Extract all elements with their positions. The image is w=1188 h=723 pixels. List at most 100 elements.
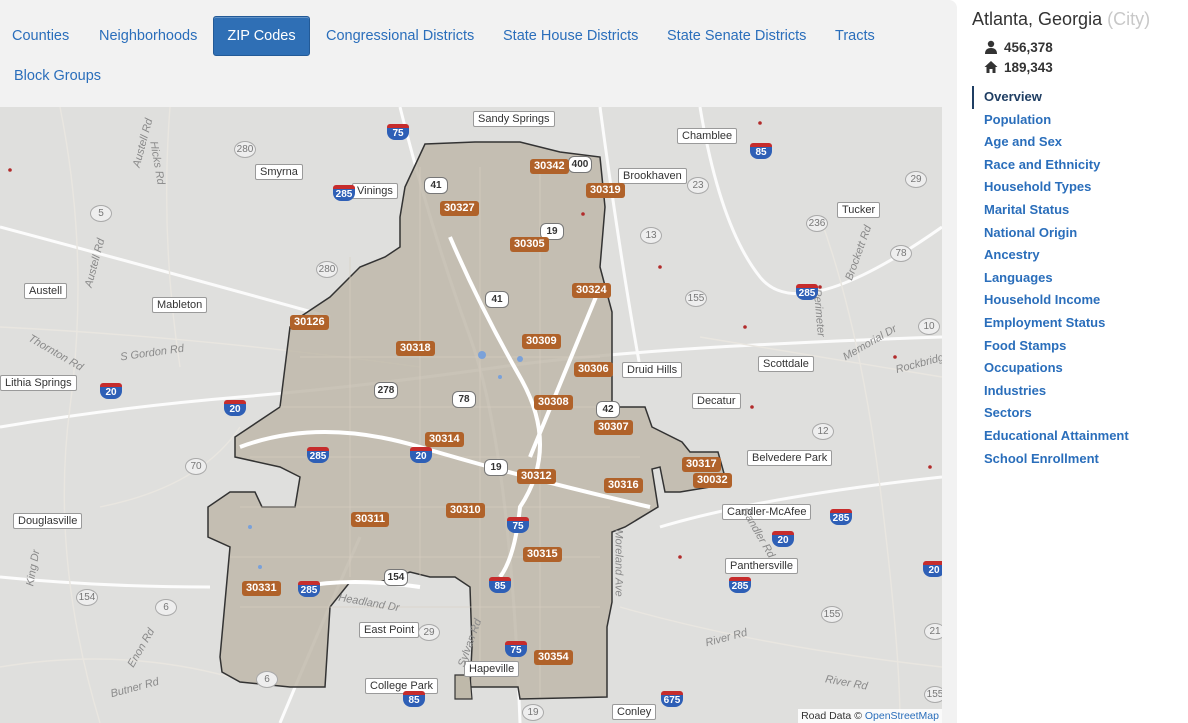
person-icon bbox=[984, 40, 1000, 57]
geography-tab-bar: Counties Neighborhoods ZIP Codes Congres… bbox=[0, 0, 957, 106]
interstate-shield: 75 bbox=[507, 517, 529, 533]
interstate-shield: 85 bbox=[403, 691, 425, 707]
place-label: Belvedere Park bbox=[747, 450, 833, 466]
nav-item-educational-attainment[interactable]: Educational Attainment bbox=[972, 425, 1188, 448]
place-label: Druid Hills bbox=[622, 362, 683, 378]
zip-label[interactable]: 30316 bbox=[604, 478, 643, 493]
section-nav: Overview Population Age and Sex Race and… bbox=[972, 86, 1188, 470]
state-route-shield: 29 bbox=[905, 171, 927, 188]
state-route-shield: 21 bbox=[924, 623, 942, 640]
nav-item-food-stamps[interactable]: Food Stamps bbox=[972, 335, 1188, 358]
state-route-shield: 19 bbox=[522, 704, 544, 721]
zip-label[interactable]: 30314 bbox=[425, 432, 464, 447]
place-label: College Park bbox=[365, 678, 438, 694]
nav-item-school-enrollment[interactable]: School Enrollment bbox=[972, 448, 1188, 471]
tab-state-house-districts[interactable]: State House Districts bbox=[503, 17, 638, 55]
place-label: Hapeville bbox=[464, 661, 520, 677]
place-type: (City) bbox=[1107, 9, 1151, 29]
zip-label[interactable]: 30126 bbox=[290, 315, 329, 330]
nav-item-household-types[interactable]: Household Types bbox=[972, 176, 1188, 199]
place-label: East Point bbox=[359, 622, 420, 638]
place-label: Austell bbox=[24, 283, 68, 299]
zip-label[interactable]: 30331 bbox=[242, 581, 281, 596]
state-route-shield: 10 bbox=[918, 318, 940, 335]
place-name: Atlanta, Georgia bbox=[972, 9, 1103, 29]
zip-label[interactable]: 30327 bbox=[440, 201, 479, 216]
tab-congressional-districts[interactable]: Congressional Districts bbox=[326, 17, 474, 55]
state-route-shield: 5 bbox=[90, 205, 112, 222]
zip-label[interactable]: 30311 bbox=[351, 512, 389, 527]
nav-item-occupations[interactable]: Occupations bbox=[972, 357, 1188, 380]
nav-item-age-and-sex[interactable]: Age and Sex bbox=[972, 131, 1188, 154]
map[interactable]: Sandy Springs Chamblee Smyrna Vinings Br… bbox=[0, 107, 942, 723]
zip-label[interactable]: 30307 bbox=[594, 420, 633, 435]
state-route-shield: 6 bbox=[256, 671, 278, 688]
households-stat: 189,343 bbox=[984, 60, 1053, 77]
zip-label[interactable]: 30317 bbox=[682, 457, 721, 472]
us-route-shield: 19 bbox=[484, 459, 508, 476]
interstate-shield: 285 bbox=[830, 509, 852, 525]
nav-item-population[interactable]: Population bbox=[972, 109, 1188, 132]
nav-item-languages[interactable]: Languages bbox=[972, 267, 1188, 290]
nav-item-sectors[interactable]: Sectors bbox=[972, 402, 1188, 425]
place-label: Tucker bbox=[837, 202, 881, 218]
population-value: 456,378 bbox=[1004, 40, 1053, 56]
us-route-shield: 78 bbox=[452, 391, 476, 408]
interstate-shield: 75 bbox=[505, 641, 527, 657]
interstate-shield: 285 bbox=[298, 581, 320, 597]
us-route-shield: 154 bbox=[384, 569, 408, 586]
state-route-shield: 13 bbox=[640, 227, 662, 244]
nav-item-national-origin[interactable]: National Origin bbox=[972, 222, 1188, 245]
place-label: Sandy Springs bbox=[473, 111, 555, 127]
openstreetmap-link[interactable]: OpenStreetMap bbox=[865, 710, 939, 722]
nav-item-employment-status[interactable]: Employment Status bbox=[972, 312, 1188, 335]
state-route-shield: 6 bbox=[155, 599, 177, 616]
us-route-shield: 400 bbox=[568, 156, 592, 173]
zip-label[interactable]: 30305 bbox=[510, 237, 549, 252]
attribution-text: Road Data © bbox=[801, 710, 862, 722]
zip-label[interactable]: 30310 bbox=[446, 503, 485, 518]
page-title: Atlanta, Georgia (City) bbox=[972, 9, 1150, 30]
tab-tracts[interactable]: Tracts bbox=[835, 17, 875, 55]
tab-state-senate-districts[interactable]: State Senate Districts bbox=[667, 17, 806, 55]
nav-item-industries[interactable]: Industries bbox=[972, 380, 1188, 403]
zip-label[interactable]: 30312 bbox=[517, 469, 556, 484]
state-route-shield: 70 bbox=[185, 458, 207, 475]
households-value: 189,343 bbox=[1004, 60, 1053, 76]
zip-label[interactable]: 30342 bbox=[530, 159, 569, 174]
nav-item-overview[interactable]: Overview bbox=[972, 86, 1188, 109]
us-route-shield: 42 bbox=[596, 401, 620, 418]
tab-neighborhoods[interactable]: Neighborhoods bbox=[99, 17, 197, 55]
zip-label[interactable]: 30306 bbox=[574, 362, 613, 377]
place-label: Douglasville bbox=[13, 513, 83, 529]
zip-label[interactable]: 30032 bbox=[693, 473, 732, 488]
nav-item-marital-status[interactable]: Marital Status bbox=[972, 199, 1188, 222]
zip-label[interactable]: 30308 bbox=[534, 395, 573, 410]
zip-label[interactable]: 30319 bbox=[586, 183, 625, 198]
state-route-shield: 154 bbox=[76, 589, 98, 606]
road-label: Moreland Ave bbox=[612, 529, 625, 597]
tab-block-groups[interactable]: Block Groups bbox=[14, 57, 101, 95]
population-stat: 456,378 bbox=[984, 40, 1053, 57]
nav-item-ancestry[interactable]: Ancestry bbox=[972, 244, 1188, 267]
us-route-shield: 41 bbox=[424, 177, 448, 194]
interstate-shield: 675 bbox=[661, 691, 683, 707]
tab-counties[interactable]: Counties bbox=[12, 17, 69, 55]
nav-item-race-and-ethnicity[interactable]: Race and Ethnicity bbox=[972, 154, 1188, 177]
interstate-shield: 285 bbox=[796, 284, 818, 300]
interstate-shield: 20 bbox=[923, 561, 942, 577]
place-label: Conley bbox=[612, 704, 657, 720]
zip-label[interactable]: 30354 bbox=[534, 650, 573, 665]
state-route-shield: 155 bbox=[685, 290, 707, 307]
state-route-shield: 236 bbox=[806, 215, 828, 232]
zip-label[interactable]: 30309 bbox=[522, 334, 561, 349]
interstate-shield: 20 bbox=[772, 531, 794, 547]
zip-label[interactable]: 30324 bbox=[572, 283, 611, 298]
state-route-shield: 155 bbox=[821, 606, 843, 623]
nav-item-household-income[interactable]: Household Income bbox=[972, 289, 1188, 312]
state-route-shield: 12 bbox=[812, 423, 834, 440]
tab-zip-codes[interactable]: ZIP Codes bbox=[213, 16, 310, 56]
zip-label[interactable]: 30315 bbox=[523, 547, 562, 562]
zip-label[interactable]: 30318 bbox=[396, 341, 435, 356]
place-label: Chamblee bbox=[677, 128, 738, 144]
